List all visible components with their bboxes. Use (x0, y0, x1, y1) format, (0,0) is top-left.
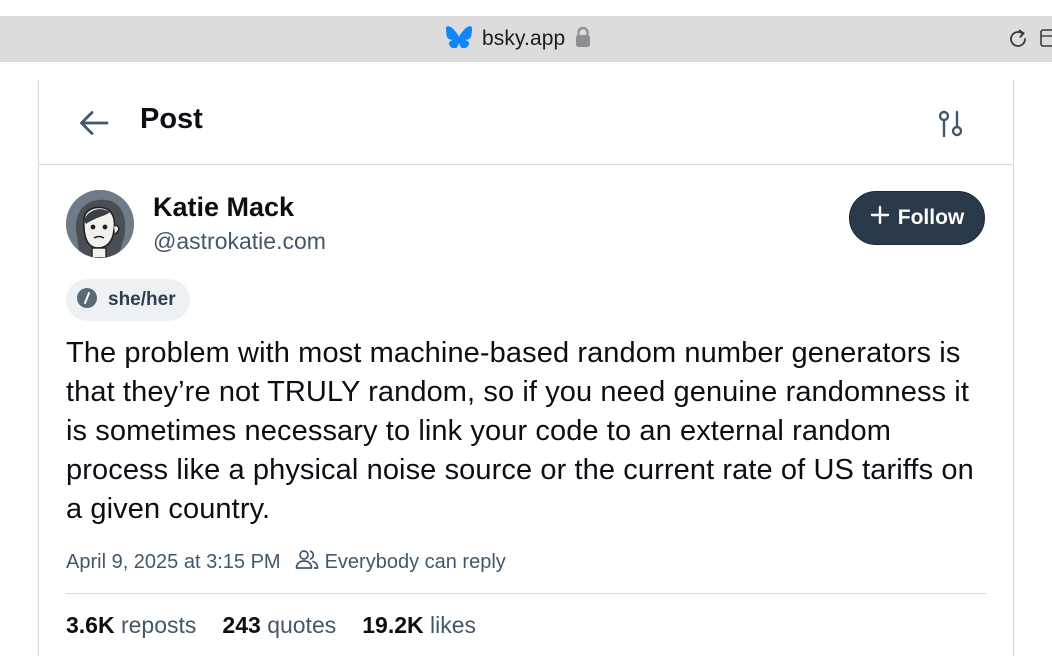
reposts-count: 3.6K (66, 612, 115, 638)
post-body: The problem with most machine-based rand… (66, 337, 974, 525)
page-title: Post (140, 103, 203, 135)
reposts-stat[interactable]: 3.6K reposts (66, 612, 196, 639)
quotes-label: quotes (267, 612, 337, 638)
tabs-icon[interactable] (1040, 27, 1052, 56)
likes-label: likes (430, 612, 477, 638)
info-icon (76, 287, 98, 314)
post-meta: April 9, 2025 at 3:15 PM Everybody can r… (66, 548, 506, 576)
likes-count: 19.2K (362, 612, 424, 638)
reply-setting-label: Everybody can reply (324, 550, 506, 573)
post-timestamp[interactable]: April 9, 2025 at 3:15 PM (66, 551, 281, 574)
follow-button[interactable]: Follow (849, 191, 985, 245)
people-icon (295, 548, 319, 576)
arrow-left-icon[interactable] (77, 106, 111, 140)
reply-setting[interactable]: Everybody can reply (295, 548, 506, 576)
quotes-stat[interactable]: 243 quotes (222, 612, 336, 639)
pronouns-badge: she/her (66, 279, 190, 321)
author-name[interactable]: Katie Mack (153, 192, 294, 223)
lock-icon (575, 26, 591, 53)
url-text: bsky.app (482, 27, 566, 50)
sliders-icon[interactable] (935, 108, 967, 140)
address-bar[interactable]: bsky.app (0, 16, 1052, 62)
window-top-strip (0, 0, 1052, 16)
reload-icon[interactable] (1006, 27, 1030, 56)
author-handle[interactable]: @astrokatie.com (153, 228, 326, 255)
post-stats: 3.6K reposts 243 quotes 19.2K likes (66, 612, 476, 639)
butterfly-icon (446, 25, 472, 53)
post-thread-column: Post Katie Mack @astrokatie.com Follow s… (38, 80, 1014, 656)
post-header: Post (39, 80, 1013, 165)
url-display[interactable]: bsky.app (446, 25, 591, 53)
quotes-count: 243 (222, 612, 261, 638)
divider (66, 593, 986, 594)
avatar[interactable] (66, 190, 134, 258)
likes-stat[interactable]: 19.2K likes (362, 612, 476, 639)
pronouns-label: she/her (108, 289, 176, 310)
follow-button-label: Follow (897, 206, 965, 229)
plus-icon (870, 205, 890, 231)
reposts-label: reposts (120, 612, 197, 638)
